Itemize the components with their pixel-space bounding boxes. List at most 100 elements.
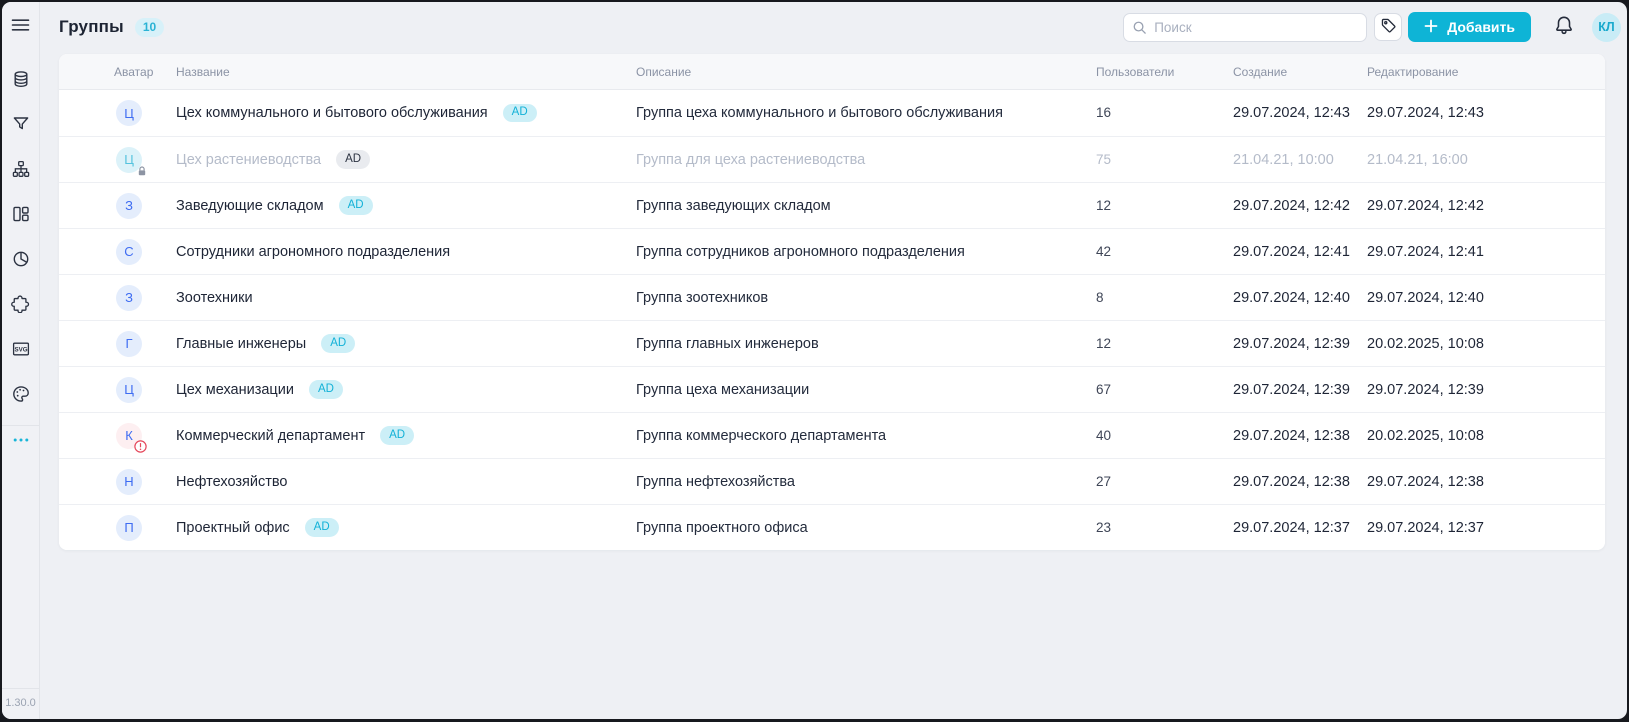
created-cell: 29.07.2024, 12:39 (1233, 381, 1367, 399)
created-cell: 29.07.2024, 12:39 (1233, 335, 1367, 353)
users-cell: 40 (1096, 427, 1233, 445)
created-date: 29.07.2024, 12:43 (1233, 105, 1350, 121)
topbar: Группы 10 (40, 2, 1627, 52)
sidebar-item-more[interactable] (5, 426, 37, 458)
menu-toggle-button[interactable] (2, 2, 39, 52)
lock-icon (137, 166, 147, 177)
users-cell: 67 (1096, 381, 1233, 399)
avatar-initial: Н (124, 474, 133, 489)
group-description: Группа нефтехозяйства (636, 474, 795, 490)
sidebar-item-layouts[interactable] (5, 200, 37, 232)
table-row[interactable]: З Зоотехники AD (59, 274, 1605, 320)
created-cell: 29.07.2024, 12:37 (1233, 519, 1367, 537)
group-name: Коммерческий департамент (176, 428, 365, 444)
table-row[interactable]: З Заведующие складом AD (59, 182, 1605, 228)
edited-cell: 29.07.2024, 12:40 (1367, 289, 1605, 307)
avatar-initial: Г (125, 336, 132, 351)
group-avatar: З (116, 193, 142, 219)
users-count: 8 (1096, 290, 1104, 305)
notifications-button[interactable] (1552, 14, 1576, 40)
table-body: Ц Цех коммунального и бытового о (59, 90, 1605, 550)
sidebar-item-database[interactable] (5, 65, 37, 97)
users-cell: 23 (1096, 519, 1233, 537)
description-cell: Группа коммерческого департамента (636, 427, 1096, 445)
table-row[interactable]: К Коммерческий департамент (59, 412, 1605, 458)
group-avatar: Ц (116, 147, 142, 173)
edited-date: 21.04.21, 16:00 (1367, 152, 1468, 168)
more-icon (12, 431, 30, 454)
name-cell: Цех коммунального и бытового обслуживани… (176, 104, 636, 123)
sidebar-item-theme[interactable] (5, 380, 37, 412)
users-count: 40 (1096, 428, 1111, 443)
column-header-avatar: Аватар (114, 65, 176, 79)
name-cell: Сотрудники агрономного подразделения AD (176, 244, 636, 260)
name-cell: Цех растениеводства AD (176, 150, 636, 169)
group-name: Нефтехозяйство (176, 474, 287, 490)
filter-icon (12, 115, 30, 138)
table-row[interactable]: Ц Цех механизации AD (59, 366, 1605, 412)
ad-badge: AD (305, 518, 339, 537)
edited-date: 29.07.2024, 12:43 (1367, 105, 1484, 121)
sidebar-item-filters[interactable] (5, 110, 37, 142)
description-cell: Группа цеха механизации (636, 381, 1096, 399)
group-description: Группа зоотехников (636, 290, 768, 306)
sidebar-item-charts[interactable] (5, 245, 37, 277)
avatar-cell: П (114, 515, 176, 541)
created-cell: 29.07.2024, 12:38 (1233, 473, 1367, 491)
avatar-cell: Ц (114, 100, 176, 126)
user-avatar[interactable]: КЛ (1592, 13, 1621, 42)
created-date: 29.07.2024, 12:38 (1233, 474, 1350, 490)
sidebar-item-structure[interactable] (5, 155, 37, 187)
created-date: 29.07.2024, 12:39 (1233, 382, 1350, 398)
table-row[interactable]: Н Нефтехозяйство AD (59, 458, 1605, 504)
ad-badge: AD (309, 380, 343, 399)
ad-badge: AD (503, 104, 537, 123)
avatar-cell: Ц (114, 147, 176, 173)
add-button[interactable]: Добавить (1408, 12, 1531, 42)
users-cell: 75 (1096, 151, 1233, 169)
edited-date: 29.07.2024, 12:40 (1367, 290, 1484, 306)
bell-icon (1554, 15, 1574, 39)
users-count: 42 (1096, 244, 1111, 259)
created-date: 29.07.2024, 12:39 (1233, 336, 1350, 352)
description-cell: Группа зоотехников (636, 289, 1096, 307)
sitemap-icon (12, 160, 30, 183)
column-header-description: Описание (636, 65, 1096, 79)
edited-date: 20.02.2025, 10:08 (1367, 336, 1484, 352)
group-avatar: К (116, 423, 142, 449)
users-count: 67 (1096, 382, 1111, 397)
avatar-cell: Н (114, 469, 176, 495)
table-row[interactable]: Ц Цех растениеводства AD (59, 136, 1605, 182)
avatar-initial: Ц (124, 106, 134, 121)
tags-button[interactable] (1374, 13, 1402, 41)
users-cell: 16 (1096, 104, 1233, 122)
avatar-initial: К (125, 428, 133, 443)
group-name: Заведующие складом (176, 198, 324, 214)
group-name: Зоотехники (176, 290, 253, 306)
group-name: Главные инженеры (176, 336, 306, 352)
menu-icon (11, 16, 30, 39)
search-input[interactable] (1123, 13, 1367, 42)
layout-icon (12, 205, 30, 228)
group-description: Группа для цеха растениеводства (636, 152, 865, 168)
page-title: Группы (59, 17, 124, 37)
group-avatar: Г (116, 331, 142, 357)
created-date: 21.04.21, 10:00 (1233, 152, 1334, 168)
name-cell: Нефтехозяйство AD (176, 474, 636, 490)
avatar-cell: З (114, 285, 176, 311)
sidebar-item-svg[interactable]: SVG (5, 335, 37, 367)
group-avatar: Ц (116, 377, 142, 403)
sidebar-item-plugins[interactable] (5, 290, 37, 322)
tag-icon (1380, 17, 1397, 37)
group-name: Проектный офис (176, 520, 290, 536)
sidebar: SVG (2, 2, 40, 719)
group-avatar: Ц (116, 100, 142, 126)
table-row[interactable]: Г Главные инженеры AD (59, 320, 1605, 366)
table-row[interactable]: П Проектный офис AD (59, 504, 1605, 550)
name-cell: Цех механизации AD (176, 380, 636, 399)
table-row[interactable]: Ц Цех коммунального и бытового о (59, 90, 1605, 136)
edited-cell: 21.04.21, 16:00 (1367, 151, 1605, 169)
table-row[interactable]: С Сотрудники агрономного подразд (59, 228, 1605, 274)
ad-badge: AD (321, 334, 355, 353)
table-header: Аватар Название Описание Пользователи Со… (59, 54, 1605, 90)
